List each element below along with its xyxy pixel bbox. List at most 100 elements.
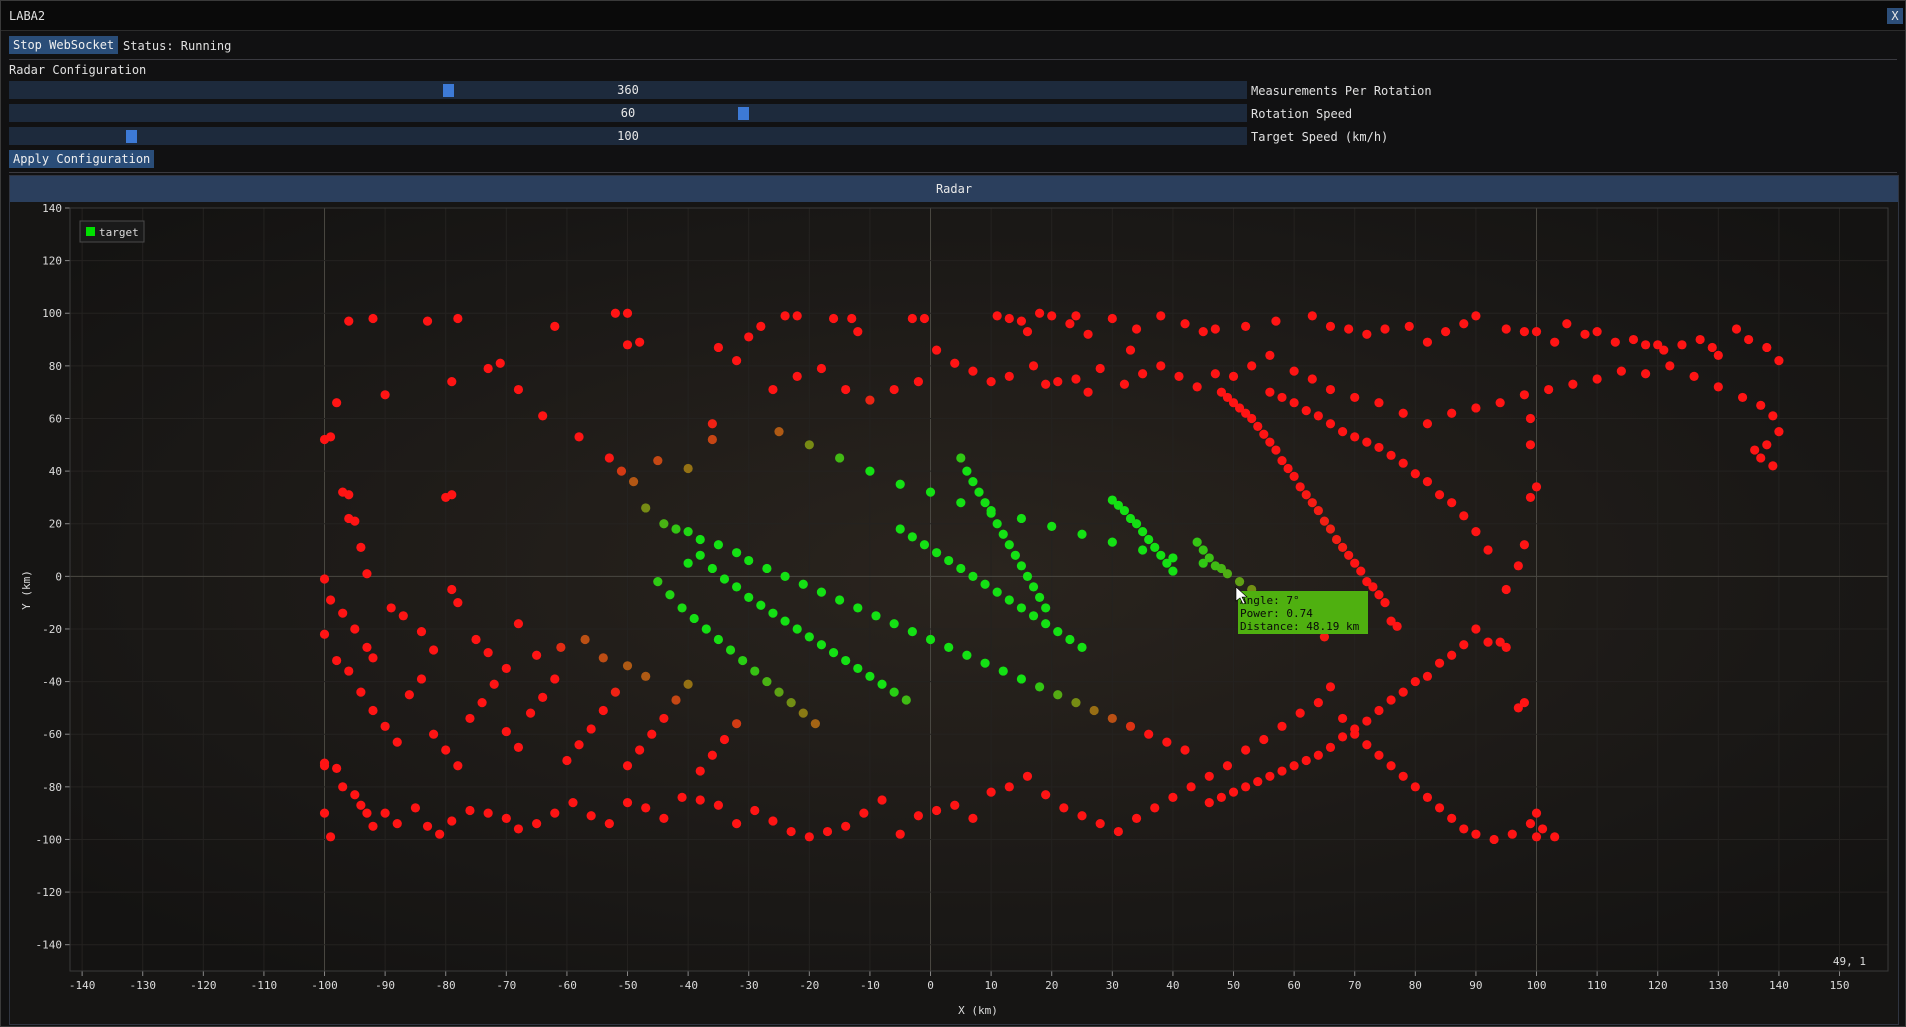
target-point	[1434, 658, 1445, 668]
target-point	[768, 608, 778, 618]
x-tick-label: -30	[739, 979, 759, 992]
target-point	[1356, 566, 1366, 576]
target-point	[707, 750, 717, 760]
target-point	[1471, 624, 1481, 634]
target-point	[1550, 832, 1560, 842]
target-point	[732, 719, 742, 729]
target-point	[1295, 482, 1305, 492]
measurements-slider[interactable]: 360	[9, 81, 1247, 99]
target-point	[1162, 737, 1172, 747]
x-tick-label: -70	[496, 979, 516, 992]
x-tick-label: 40	[1166, 979, 1179, 992]
target-point	[1628, 334, 1639, 345]
target-point	[1319, 516, 1330, 526]
app-window: LABA2 X Stop WebSocket Status: Running R…	[0, 0, 1906, 1027]
target-point	[1077, 642, 1087, 652]
target-point	[1422, 792, 1433, 802]
target-point	[1471, 527, 1481, 537]
target-point	[1531, 832, 1542, 842]
target-point	[1744, 334, 1754, 345]
target-point	[1737, 392, 1748, 403]
target-point	[1695, 334, 1705, 345]
radar-plot[interactable]: -140 -130 -120 -110 -100 -90 -80 -70 -60 -50 -40 -3…	[10, 202, 1898, 1024]
target-point	[447, 816, 457, 826]
target-point	[495, 358, 505, 368]
target-point	[1301, 405, 1311, 416]
target-point	[1131, 813, 1142, 824]
stop-websocket-button[interactable]: Stop WebSocket	[9, 36, 119, 54]
target-point	[865, 671, 875, 681]
target-point	[998, 529, 1008, 539]
target-point	[1289, 471, 1299, 481]
target-point	[319, 629, 330, 639]
target-point	[1338, 732, 1348, 742]
target-point	[1331, 534, 1342, 545]
x-tick-label: -60	[557, 979, 577, 992]
target-point	[913, 377, 924, 387]
target-point	[865, 395, 875, 405]
target-point	[1125, 345, 1136, 355]
target-point	[1180, 319, 1190, 329]
target-point	[877, 679, 887, 689]
target-point	[822, 826, 833, 837]
target-point	[1459, 824, 1469, 834]
target-point	[1113, 826, 1123, 837]
x-tick-label: -10	[860, 979, 880, 992]
target-point	[1762, 440, 1772, 450]
x-tick-label: -100	[311, 979, 338, 992]
target-point	[653, 577, 663, 587]
y-tick-label: -60	[42, 728, 62, 741]
target-point	[907, 313, 917, 324]
target-point	[1707, 342, 1717, 353]
target-point	[368, 821, 378, 831]
legend[interactable]: target	[79, 220, 145, 243]
title-bar[interactable]: LABA2 X	[1, 1, 1905, 31]
target-point	[1447, 813, 1457, 824]
target-point	[1131, 519, 1142, 529]
target-point	[1295, 708, 1305, 718]
target-point	[556, 642, 566, 652]
target-point	[913, 811, 924, 821]
target-point	[1022, 327, 1033, 337]
x-tick-label: 120	[1648, 979, 1668, 992]
apply-configuration-button[interactable]: Apply Configuration	[9, 150, 155, 168]
target-point	[683, 679, 693, 689]
target-point	[453, 761, 463, 771]
rotation-speed-slider[interactable]: 60	[9, 104, 1247, 122]
target-point	[1750, 445, 1760, 455]
target-point	[1544, 384, 1554, 395]
x-tick-label: 90	[1469, 979, 1482, 992]
target-point	[744, 592, 754, 602]
target-point	[1077, 811, 1087, 821]
target-point	[398, 611, 408, 621]
target-point	[1168, 566, 1178, 576]
target-point	[1210, 324, 1220, 334]
target-speed-slider[interactable]: 100	[9, 127, 1247, 145]
target-point	[465, 805, 475, 816]
target-point	[750, 666, 760, 676]
target-point	[1519, 327, 1529, 337]
target-point	[1550, 337, 1560, 347]
plot-area[interactable]	[70, 208, 1888, 971]
target-point	[683, 463, 693, 474]
target-point	[1289, 366, 1299, 376]
target-point	[453, 598, 463, 608]
target-point	[580, 634, 590, 645]
status-text: Status: Running	[123, 39, 232, 53]
target-point	[677, 792, 687, 802]
target-point	[1410, 782, 1420, 792]
target-point	[1004, 313, 1014, 324]
target-point	[1447, 650, 1457, 660]
target-point	[998, 666, 1008, 676]
target-point	[713, 800, 724, 810]
target-point	[1247, 361, 1257, 371]
x-tick-label: 20	[1045, 979, 1058, 992]
target-point	[1277, 455, 1287, 466]
target-point	[1301, 755, 1311, 766]
target-point	[622, 308, 633, 318]
target-point	[1350, 558, 1360, 568]
target-point	[356, 687, 366, 697]
target-point	[974, 487, 984, 497]
close-button[interactable]: X	[1887, 8, 1903, 24]
target-point	[435, 829, 445, 839]
